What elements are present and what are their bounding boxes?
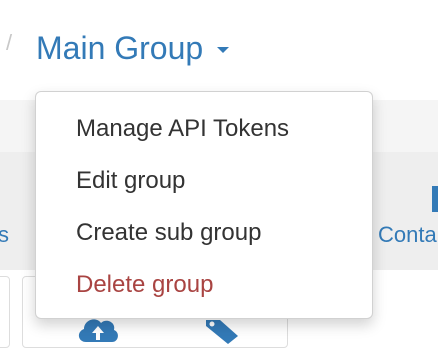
menu-item-create-sub-group[interactable]: Create sub group bbox=[76, 218, 261, 248]
tab-partial-left[interactable]: s bbox=[0, 222, 9, 248]
card-left bbox=[0, 276, 10, 348]
caret-down-icon bbox=[217, 47, 230, 53]
menu-item-delete-group[interactable]: Delete group bbox=[76, 270, 213, 300]
menu-item-manage-api-tokens[interactable]: Manage API Tokens bbox=[76, 114, 289, 144]
group-actions-dropdown: Manage API Tokens Edit group Create sub … bbox=[35, 91, 373, 319]
breadcrumb-separator: / bbox=[6, 30, 13, 55]
group-title-dropdown-toggle[interactable]: Main Group bbox=[36, 28, 230, 68]
tab-partial-right[interactable]: Conta bbox=[378, 222, 437, 248]
tab-indicator-right bbox=[432, 186, 438, 212]
menu-item-edit-group[interactable]: Edit group bbox=[76, 166, 185, 196]
group-title: Main Group bbox=[36, 30, 204, 66]
